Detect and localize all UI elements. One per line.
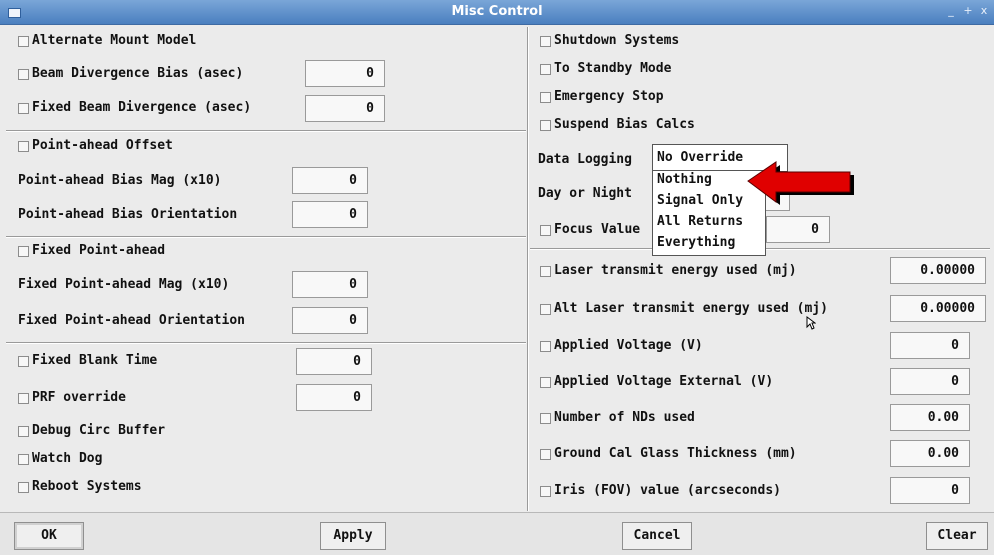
beam-divergence-bias-checkbox[interactable] bbox=[18, 69, 29, 80]
number-of-nds-checkbox[interactable] bbox=[540, 413, 551, 424]
day-or-night-label: Day or Night bbox=[538, 186, 632, 201]
applied-voltage-label: Applied Voltage (V) bbox=[554, 338, 703, 353]
point-ahead-bias-mag-field[interactable]: 0 bbox=[292, 167, 368, 194]
debug-circ-buffer-label: Debug Circ Buffer bbox=[32, 423, 166, 438]
menu-item-nothing[interactable]: Nothing bbox=[657, 172, 712, 187]
beam-divergence-bias-label: Beam Divergence Bias (asec) bbox=[32, 66, 244, 81]
column-divider bbox=[527, 27, 529, 511]
minimize-icon[interactable]: _ bbox=[944, 4, 958, 18]
fixed-point-ahead-label: Fixed Point-ahead bbox=[32, 243, 166, 258]
fixed-point-ahead-mag-label: Fixed Point-ahead Mag (x10) bbox=[18, 277, 230, 292]
focus-value-field[interactable]: 0 bbox=[766, 216, 830, 243]
ground-cal-glass-label: Ground Cal Glass Thickness (mm) bbox=[554, 446, 797, 461]
alt-laser-transmit-energy-label: Alt Laser transmit energy used (mj) bbox=[554, 301, 828, 316]
applied-voltage-external-field[interactable]: 0 bbox=[890, 368, 970, 395]
laser-transmit-energy-field[interactable]: 0.00000 bbox=[890, 257, 986, 284]
fixed-point-ahead-checkbox[interactable] bbox=[18, 246, 29, 257]
iris-fov-checkbox[interactable] bbox=[540, 486, 551, 497]
fixed-point-ahead-orientation-field[interactable]: 0 bbox=[292, 307, 368, 334]
menu-item-signal-only[interactable]: Signal Only bbox=[657, 193, 743, 208]
data-logging-label: Data Logging bbox=[538, 152, 632, 167]
shutdown-systems-label: Shutdown Systems bbox=[554, 33, 680, 48]
emergency-stop-label: Emergency Stop bbox=[554, 89, 664, 104]
ground-cal-glass-checkbox[interactable] bbox=[540, 449, 551, 460]
applied-voltage-external-label: Applied Voltage External (V) bbox=[554, 374, 774, 389]
mouse-pointer-icon bbox=[806, 316, 816, 330]
debug-circ-buffer-checkbox[interactable] bbox=[18, 426, 29, 437]
fixed-beam-divergence-label: Fixed Beam Divergence (asec) bbox=[32, 100, 252, 115]
divider bbox=[6, 130, 526, 132]
menu-item-everything[interactable]: Everything bbox=[657, 235, 735, 250]
iris-fov-label: Iris (FOV) value (arcseconds) bbox=[554, 483, 781, 498]
clear-button[interactable]: Clear bbox=[926, 522, 988, 550]
prf-override-label: PRF override bbox=[32, 390, 126, 405]
close-icon[interactable]: x bbox=[977, 4, 991, 18]
to-standby-mode-checkbox[interactable] bbox=[540, 64, 551, 75]
divider bbox=[6, 342, 526, 344]
alternate-mount-model-checkbox[interactable] bbox=[18, 36, 29, 47]
prf-override-checkbox[interactable] bbox=[18, 393, 29, 404]
number-of-nds-field[interactable]: 0.00 bbox=[890, 404, 970, 431]
data-logging-selected: No Override bbox=[657, 150, 744, 165]
focus-value-label: Focus Value bbox=[554, 222, 641, 237]
point-ahead-offset-checkbox[interactable] bbox=[18, 141, 29, 152]
fixed-beam-divergence-field[interactable]: 0 bbox=[305, 95, 385, 122]
alt-laser-transmit-energy-field[interactable]: 0.00000 bbox=[890, 295, 986, 322]
misc-control-window: Misc Control _ + x Alternate Mount Model… bbox=[0, 0, 994, 555]
point-ahead-bias-orientation-field[interactable]: 0 bbox=[292, 201, 368, 228]
point-ahead-bias-orientation-label: Point-ahead Bias Orientation bbox=[18, 207, 238, 222]
emergency-stop-checkbox[interactable] bbox=[540, 92, 551, 103]
ok-button[interactable]: OK bbox=[14, 522, 84, 550]
maximize-icon[interactable]: + bbox=[961, 4, 975, 18]
applied-voltage-field[interactable]: 0 bbox=[890, 332, 970, 359]
suspend-bias-calcs-checkbox[interactable] bbox=[540, 120, 551, 131]
title-bar: Misc Control _ + x bbox=[0, 0, 994, 25]
to-standby-mode-label: To Standby Mode bbox=[554, 61, 672, 76]
fixed-blank-time-label: Fixed Blank Time bbox=[32, 353, 158, 368]
alt-laser-transmit-energy-checkbox[interactable] bbox=[540, 304, 551, 315]
alternate-mount-model-label: Alternate Mount Model bbox=[32, 33, 197, 48]
fixed-point-ahead-mag-field[interactable]: 0 bbox=[292, 271, 368, 298]
ground-cal-glass-field[interactable]: 0.00 bbox=[890, 440, 970, 467]
beam-divergence-bias-field[interactable]: 0 bbox=[305, 60, 385, 87]
fixed-beam-divergence-checkbox[interactable] bbox=[18, 103, 29, 114]
shutdown-systems-checkbox[interactable] bbox=[540, 36, 551, 47]
point-ahead-bias-mag-label: Point-ahead Bias Mag (x10) bbox=[18, 173, 222, 188]
applied-voltage-external-checkbox[interactable] bbox=[540, 377, 551, 388]
apply-button[interactable]: Apply bbox=[320, 522, 386, 550]
laser-transmit-energy-label: Laser transmit energy used (mj) bbox=[554, 263, 797, 278]
watch-dog-checkbox[interactable] bbox=[18, 454, 29, 465]
cancel-button[interactable]: Cancel bbox=[622, 522, 692, 550]
point-ahead-offset-label: Point-ahead Offset bbox=[32, 138, 173, 153]
button-bar: OK Apply Cancel Clear bbox=[0, 512, 994, 555]
divider bbox=[6, 236, 526, 238]
red-arrow-annotation bbox=[747, 161, 854, 205]
number-of-nds-label: Number of NDs used bbox=[554, 410, 695, 425]
reboot-systems-label: Reboot Systems bbox=[32, 479, 142, 494]
fixed-point-ahead-orientation-label: Fixed Point-ahead Orientation bbox=[18, 313, 245, 328]
suspend-bias-calcs-label: Suspend Bias Calcs bbox=[554, 117, 695, 132]
window-title: Misc Control bbox=[451, 4, 543, 19]
focus-value-checkbox[interactable] bbox=[540, 225, 551, 236]
menu-item-all-returns[interactable]: All Returns bbox=[657, 214, 743, 229]
prf-override-field[interactable]: 0 bbox=[296, 384, 372, 411]
fixed-blank-time-checkbox[interactable] bbox=[18, 356, 29, 367]
applied-voltage-checkbox[interactable] bbox=[540, 341, 551, 352]
fixed-blank-time-field[interactable]: 0 bbox=[296, 348, 372, 375]
laser-transmit-energy-checkbox[interactable] bbox=[540, 266, 551, 277]
watch-dog-label: Watch Dog bbox=[32, 451, 103, 466]
reboot-systems-checkbox[interactable] bbox=[18, 482, 29, 493]
iris-fov-field[interactable]: 0 bbox=[890, 477, 970, 504]
